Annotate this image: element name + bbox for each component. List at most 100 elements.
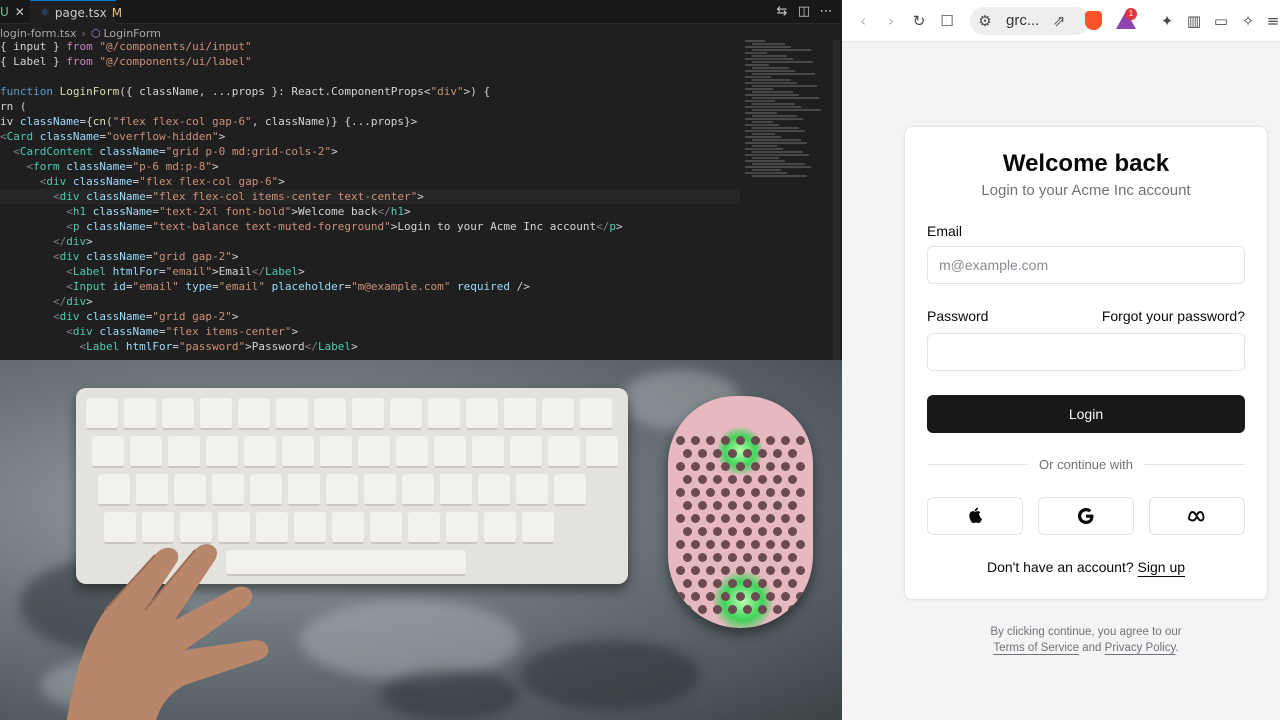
mouse-hole (796, 462, 805, 471)
keycap (314, 398, 346, 430)
forgot-password-link[interactable]: Forgot your password? (1082, 308, 1245, 324)
minimap-line (745, 148, 783, 150)
apple-login-button[interactable] (927, 497, 1023, 535)
sidebar-icon[interactable]: ▥ (1183, 10, 1205, 32)
mouse-hole (773, 579, 782, 588)
forward-icon[interactable]: › (880, 10, 902, 32)
mouse-hole (691, 566, 700, 575)
minimap-line (745, 40, 765, 42)
keycap (288, 474, 320, 506)
meta-login-button[interactable] (1149, 497, 1245, 535)
more-actions-icon[interactable]: ⋯ (818, 4, 834, 20)
mouse-hole (758, 527, 767, 536)
back-icon[interactable]: ‹ (852, 10, 874, 32)
mouse-hole (683, 553, 692, 562)
signup-link[interactable]: Sign up (1138, 559, 1185, 575)
mouse-hole (713, 475, 722, 484)
breadcrumb-symbol[interactable]: LoginForm (103, 27, 160, 40)
password-field[interactable] (927, 333, 1245, 371)
mouse-hole (796, 514, 805, 523)
email-field[interactable] (927, 246, 1245, 284)
breadcrumb-file[interactable]: login-form.tsx (0, 27, 76, 40)
keycap (390, 398, 422, 430)
keycap (466, 398, 498, 430)
code-line[interactable]: <div className="grid gap-2"> (0, 309, 740, 324)
brave-shields-icon[interactable] (1085, 11, 1102, 30)
terms-of-service-link[interactable]: Terms of Service (993, 642, 1079, 654)
code-line[interactable]: { Label } from "@/components/ui/label" (0, 54, 740, 69)
mouse-hole (691, 540, 700, 549)
page-subtitle: Login to your Acme Inc account (981, 182, 1191, 199)
share-icon[interactable]: ⇗ (1048, 10, 1070, 32)
privacy-policy-link[interactable]: Privacy Policy (1105, 642, 1176, 654)
tab-previous-file[interactable]: U ✕ (0, 0, 30, 24)
code-line[interactable]: <div className="flex flex-col gap-6"> (0, 174, 740, 189)
code-line[interactable]: <div className="grid gap-2"> (0, 249, 740, 264)
tab-page-tsx[interactable]: ⚛ page.tsx M (30, 0, 122, 24)
bookmark-icon[interactable]: ☐ (936, 10, 958, 32)
leo-ai-icon[interactable]: ✧ (1237, 10, 1259, 32)
mouse-hole (728, 579, 737, 588)
code-line[interactable]: </div> (0, 294, 740, 309)
code-editor[interactable]: U ✕ ⚛ page.tsx M ⇆ ◫ ⋯ login-form.tsx › … (0, 0, 840, 360)
close-icon[interactable]: ✕ (15, 5, 25, 19)
code-line[interactable]: <div className="flex flex-col items-cent… (0, 189, 740, 204)
keycap (408, 512, 440, 544)
site-settings-icon[interactable]: ⚙ (974, 10, 996, 32)
code-line[interactable]: rn ( (0, 99, 740, 114)
mouse-hole (728, 553, 737, 562)
menu-icon[interactable]: ≡ (1262, 10, 1280, 32)
mouse-hole (781, 540, 790, 549)
keycap (428, 398, 460, 430)
code-line[interactable]: <Input id="email" type="email" placehold… (0, 279, 740, 294)
code-line[interactable]: function LoginForm({ className, ...props… (0, 84, 740, 99)
mouse-hole (683, 449, 692, 458)
minimap-line (752, 61, 813, 63)
reload-icon[interactable]: ↻ (908, 10, 930, 32)
minimap-line (752, 169, 781, 171)
code-area[interactable]: { input } from "@/components/ui/input"{ … (0, 39, 740, 354)
mouse-hole (736, 592, 745, 601)
mouse-hole (773, 553, 782, 562)
mouse-hole (691, 488, 700, 497)
code-line[interactable]: <h1 className="text-2xl font-bold">Welco… (0, 204, 740, 219)
mouse-hole (736, 436, 745, 445)
editor-scrollbar[interactable] (833, 40, 840, 360)
keycap (124, 398, 156, 430)
untracked-marker: U (0, 5, 9, 19)
minimap-line (745, 100, 775, 102)
keycap (586, 436, 618, 468)
mouse-hole (773, 605, 782, 614)
terms-notice: By clicking continue, you agree to our T… (842, 624, 1280, 656)
typescript-file-icon: ⚛ (40, 6, 50, 19)
divider-left (927, 464, 1027, 465)
split-editor-icon[interactable]: ◫ (796, 4, 812, 20)
mouse-hole (683, 475, 692, 484)
minimap-line (745, 118, 803, 120)
code-line[interactable]: iv className={cn("flex flex-col gap-6", … (0, 114, 740, 129)
code-line[interactable]: <Card className="overflow-hidden"> (0, 129, 740, 144)
extensions-icon[interactable]: ✦ (1156, 10, 1178, 32)
chevron-right-icon: › (81, 26, 86, 40)
code-line[interactable]: <Label htmlFor="password">Password</Labe… (0, 339, 740, 354)
wallet-icon[interactable]: ▭ (1210, 10, 1232, 32)
minimap[interactable] (745, 40, 835, 180)
code-line[interactable]: <div className="flex items-center"> (0, 324, 740, 339)
mouse-hole (676, 488, 685, 497)
minimap-line (745, 124, 779, 126)
code-line[interactable]: <CardContent className="grid p-0 md:grid… (0, 144, 740, 159)
code-line[interactable]: <p className="text-balance text-muted-fo… (0, 219, 740, 234)
mouse-hole (698, 501, 707, 510)
code-line[interactable]: <form className="p-6 md:p-8"> (0, 159, 740, 174)
code-line[interactable]: { input } from "@/components/ui/input" (0, 39, 740, 54)
google-login-button[interactable] (1038, 497, 1134, 535)
mouse-hole (796, 436, 805, 445)
login-button[interactable]: Login (927, 395, 1245, 433)
compare-changes-icon[interactable]: ⇆ (774, 4, 790, 20)
keycap (244, 436, 276, 468)
code-line[interactable]: <Label htmlFor="email">Email</Label> (0, 264, 740, 279)
code-line[interactable]: </div> (0, 234, 740, 249)
code-line[interactable] (0, 69, 740, 84)
mouse-hole (743, 605, 752, 614)
url-text[interactable]: grc... (1006, 12, 1039, 29)
